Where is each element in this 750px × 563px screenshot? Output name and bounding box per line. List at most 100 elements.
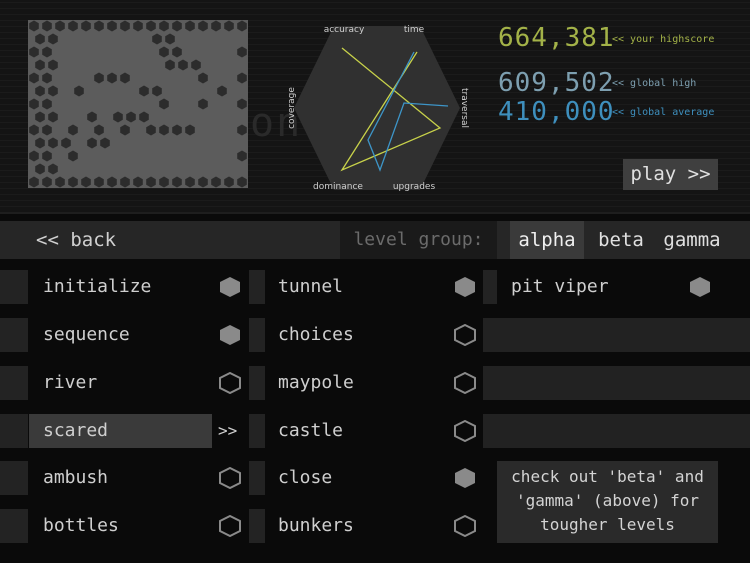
group-tab-gamma[interactable]: gamma [658, 221, 726, 259]
map-wall-hex [185, 20, 195, 32]
row-stub [0, 414, 28, 448]
map-wall-hex [107, 176, 117, 188]
map-wall-hex [237, 176, 247, 188]
map-wall-hex [29, 98, 39, 110]
level-button[interactable]: sequence [29, 318, 215, 352]
level-row: sequence choices [0, 318, 750, 352]
level-button[interactable]: bunkers [264, 509, 450, 543]
level-status-hex-icon [454, 420, 476, 442]
row-stub [0, 366, 28, 400]
section-divider [0, 212, 750, 214]
map-wall-hex [237, 124, 247, 136]
your-highscore-value: 664,381 [498, 23, 615, 53]
map-wall-hex [172, 124, 182, 136]
map-wall-hex [224, 176, 234, 188]
row-stub [0, 509, 28, 543]
level-status-hex-icon [219, 467, 241, 489]
row-stub [0, 318, 28, 352]
empty-level-slot [483, 366, 750, 400]
map-wall-hex [35, 163, 45, 175]
level-status-hex-icon [220, 325, 240, 345]
row-stub [249, 509, 265, 543]
map-wall-hex [94, 124, 104, 136]
map-wall-hex [178, 59, 188, 71]
map-wall-hex [42, 46, 52, 58]
map-wall-hex [126, 111, 136, 123]
map-wall-hex [55, 20, 65, 32]
map-wall-hex [120, 176, 130, 188]
map-wall-hex [35, 111, 45, 123]
map-wall-hex [81, 20, 91, 32]
map-wall-hex [42, 176, 52, 188]
map-wall-hex [198, 72, 208, 84]
map-wall-hex [185, 176, 195, 188]
level-status-hex-icon [454, 515, 476, 537]
row-stub [249, 318, 265, 352]
group-tab-beta[interactable]: beta [590, 221, 652, 259]
map-wall-hex [146, 176, 156, 188]
map-wall-hex [35, 137, 45, 149]
map-wall-hex [107, 20, 117, 32]
level-button[interactable]: close [264, 461, 450, 495]
group-tab-alpha[interactable]: alpha [510, 221, 584, 259]
map-wall-hex [68, 176, 78, 188]
play-button[interactable]: play >> [623, 159, 718, 190]
level-button[interactable]: castle [264, 414, 450, 448]
map-wall-hex [113, 111, 123, 123]
back-button[interactable]: << back [36, 221, 116, 259]
row-stub [0, 270, 28, 304]
level-preview-map [28, 20, 248, 188]
map-wall-hex [237, 20, 247, 32]
empty-level-slot [483, 318, 750, 352]
level-button[interactable]: maypole [264, 366, 450, 400]
map-wall-hex [68, 20, 78, 32]
level-status-hex-icon [454, 372, 476, 394]
global-average-value: 410,000 [498, 97, 615, 127]
map-wall-hex [237, 72, 247, 84]
map-wall-hex [139, 85, 149, 97]
map-wall-hex [165, 33, 175, 45]
map-wall-hex [120, 72, 130, 84]
level-button[interactable]: initialize [29, 270, 215, 304]
map-wall-hex [237, 150, 247, 162]
map-wall-hex [29, 150, 39, 162]
map-wall-hex [198, 98, 208, 110]
map-wall-hex [152, 85, 162, 97]
radar-background-hexagon [294, 26, 460, 190]
map-wall-hex [42, 98, 52, 110]
radar-axis-coverage: coverage [287, 87, 297, 129]
level-status-hex-icon [220, 277, 240, 297]
map-wall-hex [172, 20, 182, 32]
map-wall-hex [74, 85, 84, 97]
map-wall-hex [42, 20, 52, 32]
level-button[interactable]: scared [29, 414, 212, 448]
level-button[interactable]: choices [264, 318, 450, 352]
map-wall-hex [237, 98, 247, 110]
map-wall-hex [29, 176, 39, 188]
map-wall-hex [48, 33, 58, 45]
map-wall-hex [211, 176, 221, 188]
map-wall-hex [133, 176, 143, 188]
row-stub [483, 270, 497, 304]
map-wall-hex [191, 59, 201, 71]
level-group-label: level group: [340, 221, 497, 259]
level-button[interactable]: river [29, 366, 215, 400]
map-wall-hex [35, 33, 45, 45]
map-wall-hex [120, 124, 130, 136]
map-wall-hex [159, 124, 169, 136]
map-wall-hex [48, 59, 58, 71]
selected-level-arrow: >> [218, 421, 238, 440]
level-button[interactable]: pit viper [497, 270, 683, 304]
map-wall-hex [87, 137, 97, 149]
level-status-hex-icon [690, 277, 710, 297]
level-row: river maypole [0, 366, 750, 400]
level-button[interactable]: bottles [29, 509, 215, 543]
map-wall-hex [100, 137, 110, 149]
global-average-label: << global average [612, 107, 715, 118]
map-wall-hex [217, 85, 227, 97]
row-stub [0, 461, 28, 495]
level-button[interactable]: tunnel [264, 270, 450, 304]
radar-axis-time: time [404, 25, 425, 35]
radar-axis-traversal: traversal [459, 88, 469, 128]
level-button[interactable]: ambush [29, 461, 215, 495]
